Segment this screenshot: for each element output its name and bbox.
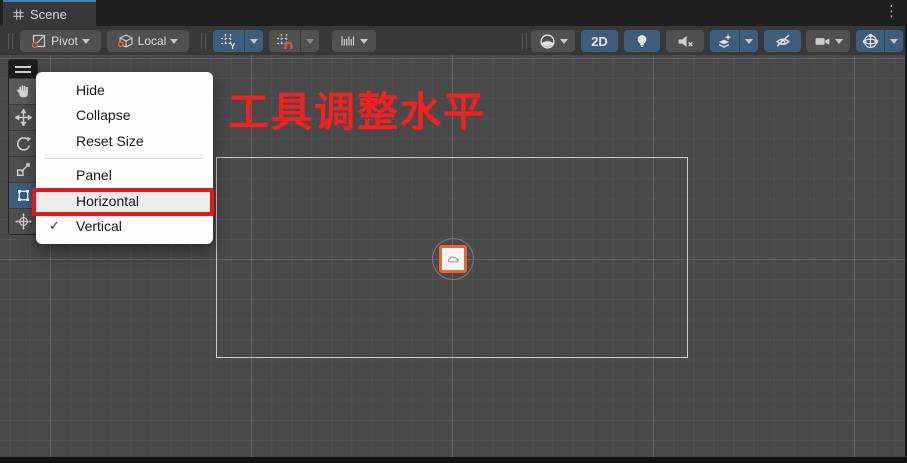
ruler-icon [340, 33, 356, 49]
menu-separator [44, 157, 205, 159]
scene-audio-button[interactable] [666, 30, 704, 52]
toolbar-separator [8, 33, 13, 49]
chevron-down-icon [834, 38, 843, 44]
toolbar-separator [522, 33, 527, 49]
overlay-context-menu: Hide Collapse Reset Size Panel Horizonta… [36, 72, 213, 244]
overlay-drag-handle[interactable] [9, 60, 37, 78]
menu-item-collapse[interactable]: Collapse [36, 103, 213, 129]
snap-settings-button[interactable] [332, 30, 376, 52]
more-options-icon[interactable]: ⋮ [884, 1, 899, 23]
camera-settings-button[interactable] [806, 30, 850, 52]
scene-toolbar: Pivot Local Y 2D [0, 26, 907, 55]
menu-item-label: Collapse [76, 107, 131, 124]
tab-bar: Scene ⋮ [0, 0, 907, 26]
toolbar-separator [201, 33, 206, 49]
tab-title: Scene [30, 6, 67, 22]
chevron-down-icon [890, 38, 898, 44]
chevron-down-icon [81, 38, 90, 44]
menu-item-horizontal[interactable]: Horizontal [36, 188, 213, 214]
menu-item-label: Horizontal [76, 192, 140, 209]
grid-visibility-button[interactable]: Y [213, 30, 244, 52]
chevron-down-icon [170, 38, 179, 44]
menu-item-label: Reset Size [76, 132, 144, 149]
magnet-icon [284, 41, 293, 49]
move-icon [14, 109, 32, 126]
menu-item-reset-size[interactable]: Reset Size [36, 128, 213, 154]
menu-item-vertical[interactable]: ✓ Vertical [36, 214, 213, 240]
audio-muted-icon [677, 33, 694, 50]
scale-tool-button[interactable] [9, 156, 37, 182]
transform-icon [14, 213, 32, 230]
pivot-label: Pivot [51, 34, 78, 48]
hand-icon [16, 85, 28, 98]
snap-increment-group [269, 30, 319, 52]
scene-tab-grid-icon [12, 8, 25, 21]
grid-snapping-dropdown[interactable] [300, 30, 319, 52]
tools-overlay [8, 59, 38, 235]
gizmos-dropdown[interactable] [884, 30, 903, 52]
grid-axis-label: Y [230, 42, 236, 50]
view-hand-tool-button[interactable] [9, 78, 37, 104]
grid-snap-group: Y [213, 30, 263, 52]
2d-label: 2D [591, 33, 608, 49]
sprite-object[interactable] [439, 245, 467, 273]
chevron-down-icon [360, 38, 368, 44]
scene-visibility-button[interactable] [764, 30, 801, 52]
rect-tool-button[interactable] [9, 182, 37, 208]
menu-item-label: Hide [76, 81, 105, 98]
tab-scene[interactable]: Scene [3, 0, 96, 26]
gizmos-group [856, 30, 903, 52]
2d-view-button[interactable]: 2D [581, 30, 618, 52]
chevron-down-icon [250, 38, 258, 44]
camera-icon [814, 33, 831, 50]
chevron-down-icon [559, 38, 568, 44]
menu-item-panel[interactable]: Panel [36, 163, 213, 189]
unity-scene-window: Scene ⋮ Pivot Local Y 2D Hide Collapse R… [0, 0, 907, 463]
menu-item-hide[interactable]: Hide [36, 77, 213, 103]
transform-tool-button[interactable] [9, 208, 37, 234]
menu-item-label: Panel [76, 167, 112, 184]
check-icon: ✓ [49, 218, 60, 234]
light-bulb-icon [634, 33, 650, 49]
scene-effects-dropdown[interactable] [739, 30, 758, 52]
grid-snapping-button[interactable] [269, 30, 300, 52]
scene-lighting-button[interactable] [624, 30, 660, 52]
scale-icon [16, 163, 30, 177]
effects-group [710, 30, 758, 52]
rotate-tool-button[interactable] [9, 130, 37, 156]
chevron-down-icon [306, 38, 314, 44]
menu-item-label: Vertical [76, 218, 122, 235]
sparkle-icon [724, 33, 732, 40]
handle-rotation-button[interactable]: Local [107, 30, 189, 52]
gizmos-globe-button[interactable] [856, 30, 884, 52]
pivot-icon [31, 33, 47, 49]
chevron-down-icon [745, 38, 753, 44]
move-tool-button[interactable] [9, 104, 37, 130]
rect-tool-icon [17, 189, 29, 202]
scene-effects-button[interactable] [710, 30, 739, 52]
local-cube-icon [117, 33, 134, 49]
window-bottom-edge [0, 457, 907, 463]
rotate-icon [16, 136, 31, 151]
draw-mode-button[interactable] [531, 30, 575, 52]
pivot-mode-button[interactable]: Pivot [20, 30, 101, 52]
eye-slash-icon [774, 32, 792, 50]
local-label: Local [137, 34, 167, 48]
shaded-sphere-icon [539, 33, 556, 50]
sprite-blob-icon [447, 255, 459, 262]
grid-visibility-dropdown[interactable] [244, 30, 263, 52]
